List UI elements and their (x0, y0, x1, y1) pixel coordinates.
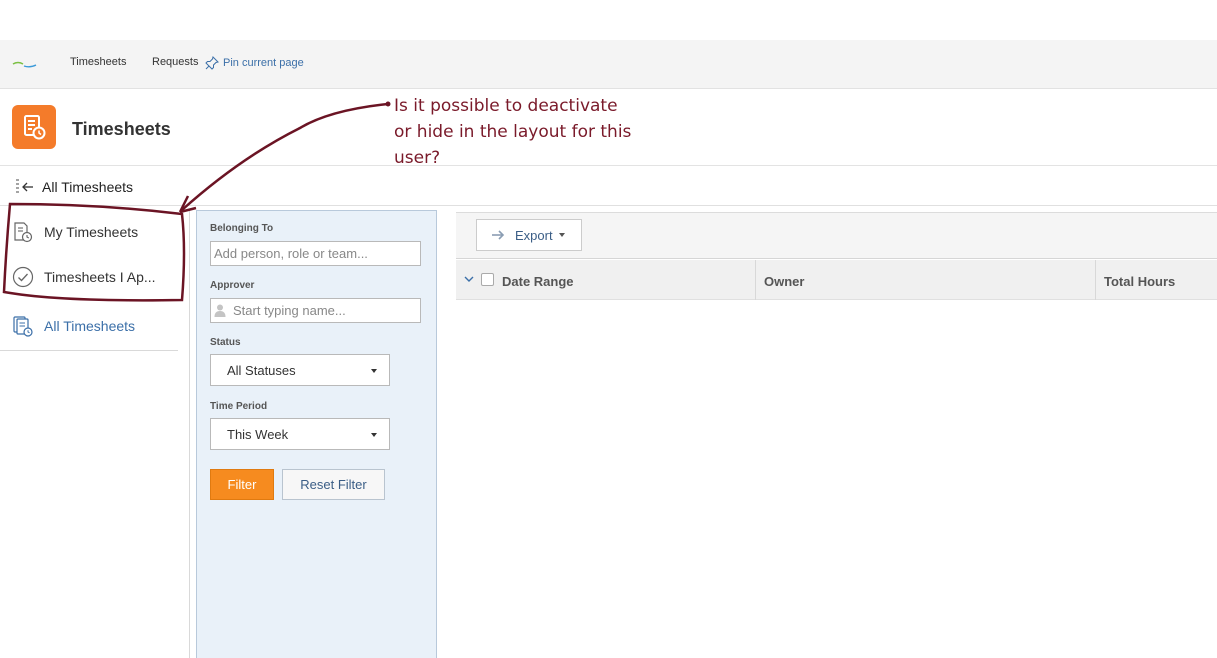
pin-current-page-link[interactable]: Pin current page (205, 56, 304, 70)
documents-clock-icon (13, 316, 33, 337)
nav-timesheets[interactable]: Timesheets (70, 56, 126, 68)
grid-toolbar: Export (456, 213, 1217, 259)
sidebar-item-timesheets-i-approve[interactable]: Timesheets I Ap... (0, 255, 178, 299)
export-button[interactable]: Export (476, 219, 582, 251)
nav-requests[interactable]: Requests (152, 56, 198, 68)
company-logo[interactable] (12, 60, 38, 68)
back-link-label: All Timesheets (42, 179, 134, 195)
time-period-select-value: This Week (227, 427, 289, 442)
sidebar-item-label: Timesheets I Ap... (44, 269, 156, 285)
time-period-label: Time Period (210, 401, 268, 412)
export-label: Export (515, 227, 553, 243)
filter-button[interactable]: Filter (210, 469, 274, 500)
arrow-right-icon (492, 230, 505, 240)
sidebar-item-all-timesheets[interactable]: All Timesheets (0, 304, 178, 348)
grid-header: Date Range Owner Total Hours (456, 260, 1217, 300)
chevron-down-icon (371, 433, 377, 437)
sidebar-divider (0, 350, 178, 351)
annotation-note: Is it possible to deactivate or hide in … (394, 96, 632, 168)
status-select-value: All Statuses (227, 363, 296, 378)
pin-icon (205, 56, 219, 70)
sidebar: My Timesheets Timesheets I Ap... All Tim… (0, 210, 190, 658)
sidebar-item-label: All Timesheets (44, 318, 136, 334)
subheader: All Timesheets (0, 166, 1217, 206)
collapse-sidebar-icon (16, 179, 33, 193)
chevron-down-icon (558, 233, 565, 237)
status-label: Status (210, 337, 241, 348)
approver-label: Approver (210, 280, 255, 291)
sidebar-item-my-timesheets[interactable]: My Timesheets (0, 210, 178, 254)
status-select[interactable]: All Statuses (210, 354, 390, 386)
select-all-checkbox[interactable] (481, 273, 494, 286)
document-clock-icon (14, 222, 33, 243)
reset-filter-button[interactable]: Reset Filter (282, 469, 385, 500)
check-circle-icon (12, 266, 34, 288)
timesheets-app-icon (12, 105, 56, 149)
column-header-date-range[interactable]: Date Range (502, 260, 574, 300)
top-nav-bar: Timesheets Requests Pin current page (0, 40, 1217, 89)
person-icon (214, 304, 226, 317)
expand-chevron-icon[interactable] (464, 275, 474, 283)
belonging-to-label: Belonging To (210, 223, 274, 234)
timesheet-document-icon (24, 115, 46, 140)
chevron-down-icon (371, 369, 377, 373)
time-period-select[interactable]: This Week (210, 418, 390, 450)
belonging-to-input[interactable]: Add person, role or team... (210, 241, 421, 266)
column-header-total-hours[interactable]: Total Hours (1104, 260, 1175, 300)
pin-label: Pin current page (223, 57, 304, 69)
back-to-all-timesheets[interactable]: All Timesheets (14, 178, 133, 196)
approver-placeholder: Start typing name... (233, 303, 346, 318)
sidebar-item-label: My Timesheets (44, 224, 139, 240)
filter-panel: Belonging To Add person, role or team...… (196, 210, 437, 658)
approver-input[interactable]: Start typing name... (210, 298, 421, 323)
column-separator[interactable] (755, 260, 756, 300)
column-separator[interactable] (1095, 260, 1096, 300)
page-title: Timesheets (72, 119, 171, 139)
column-header-owner[interactable]: Owner (764, 260, 804, 300)
